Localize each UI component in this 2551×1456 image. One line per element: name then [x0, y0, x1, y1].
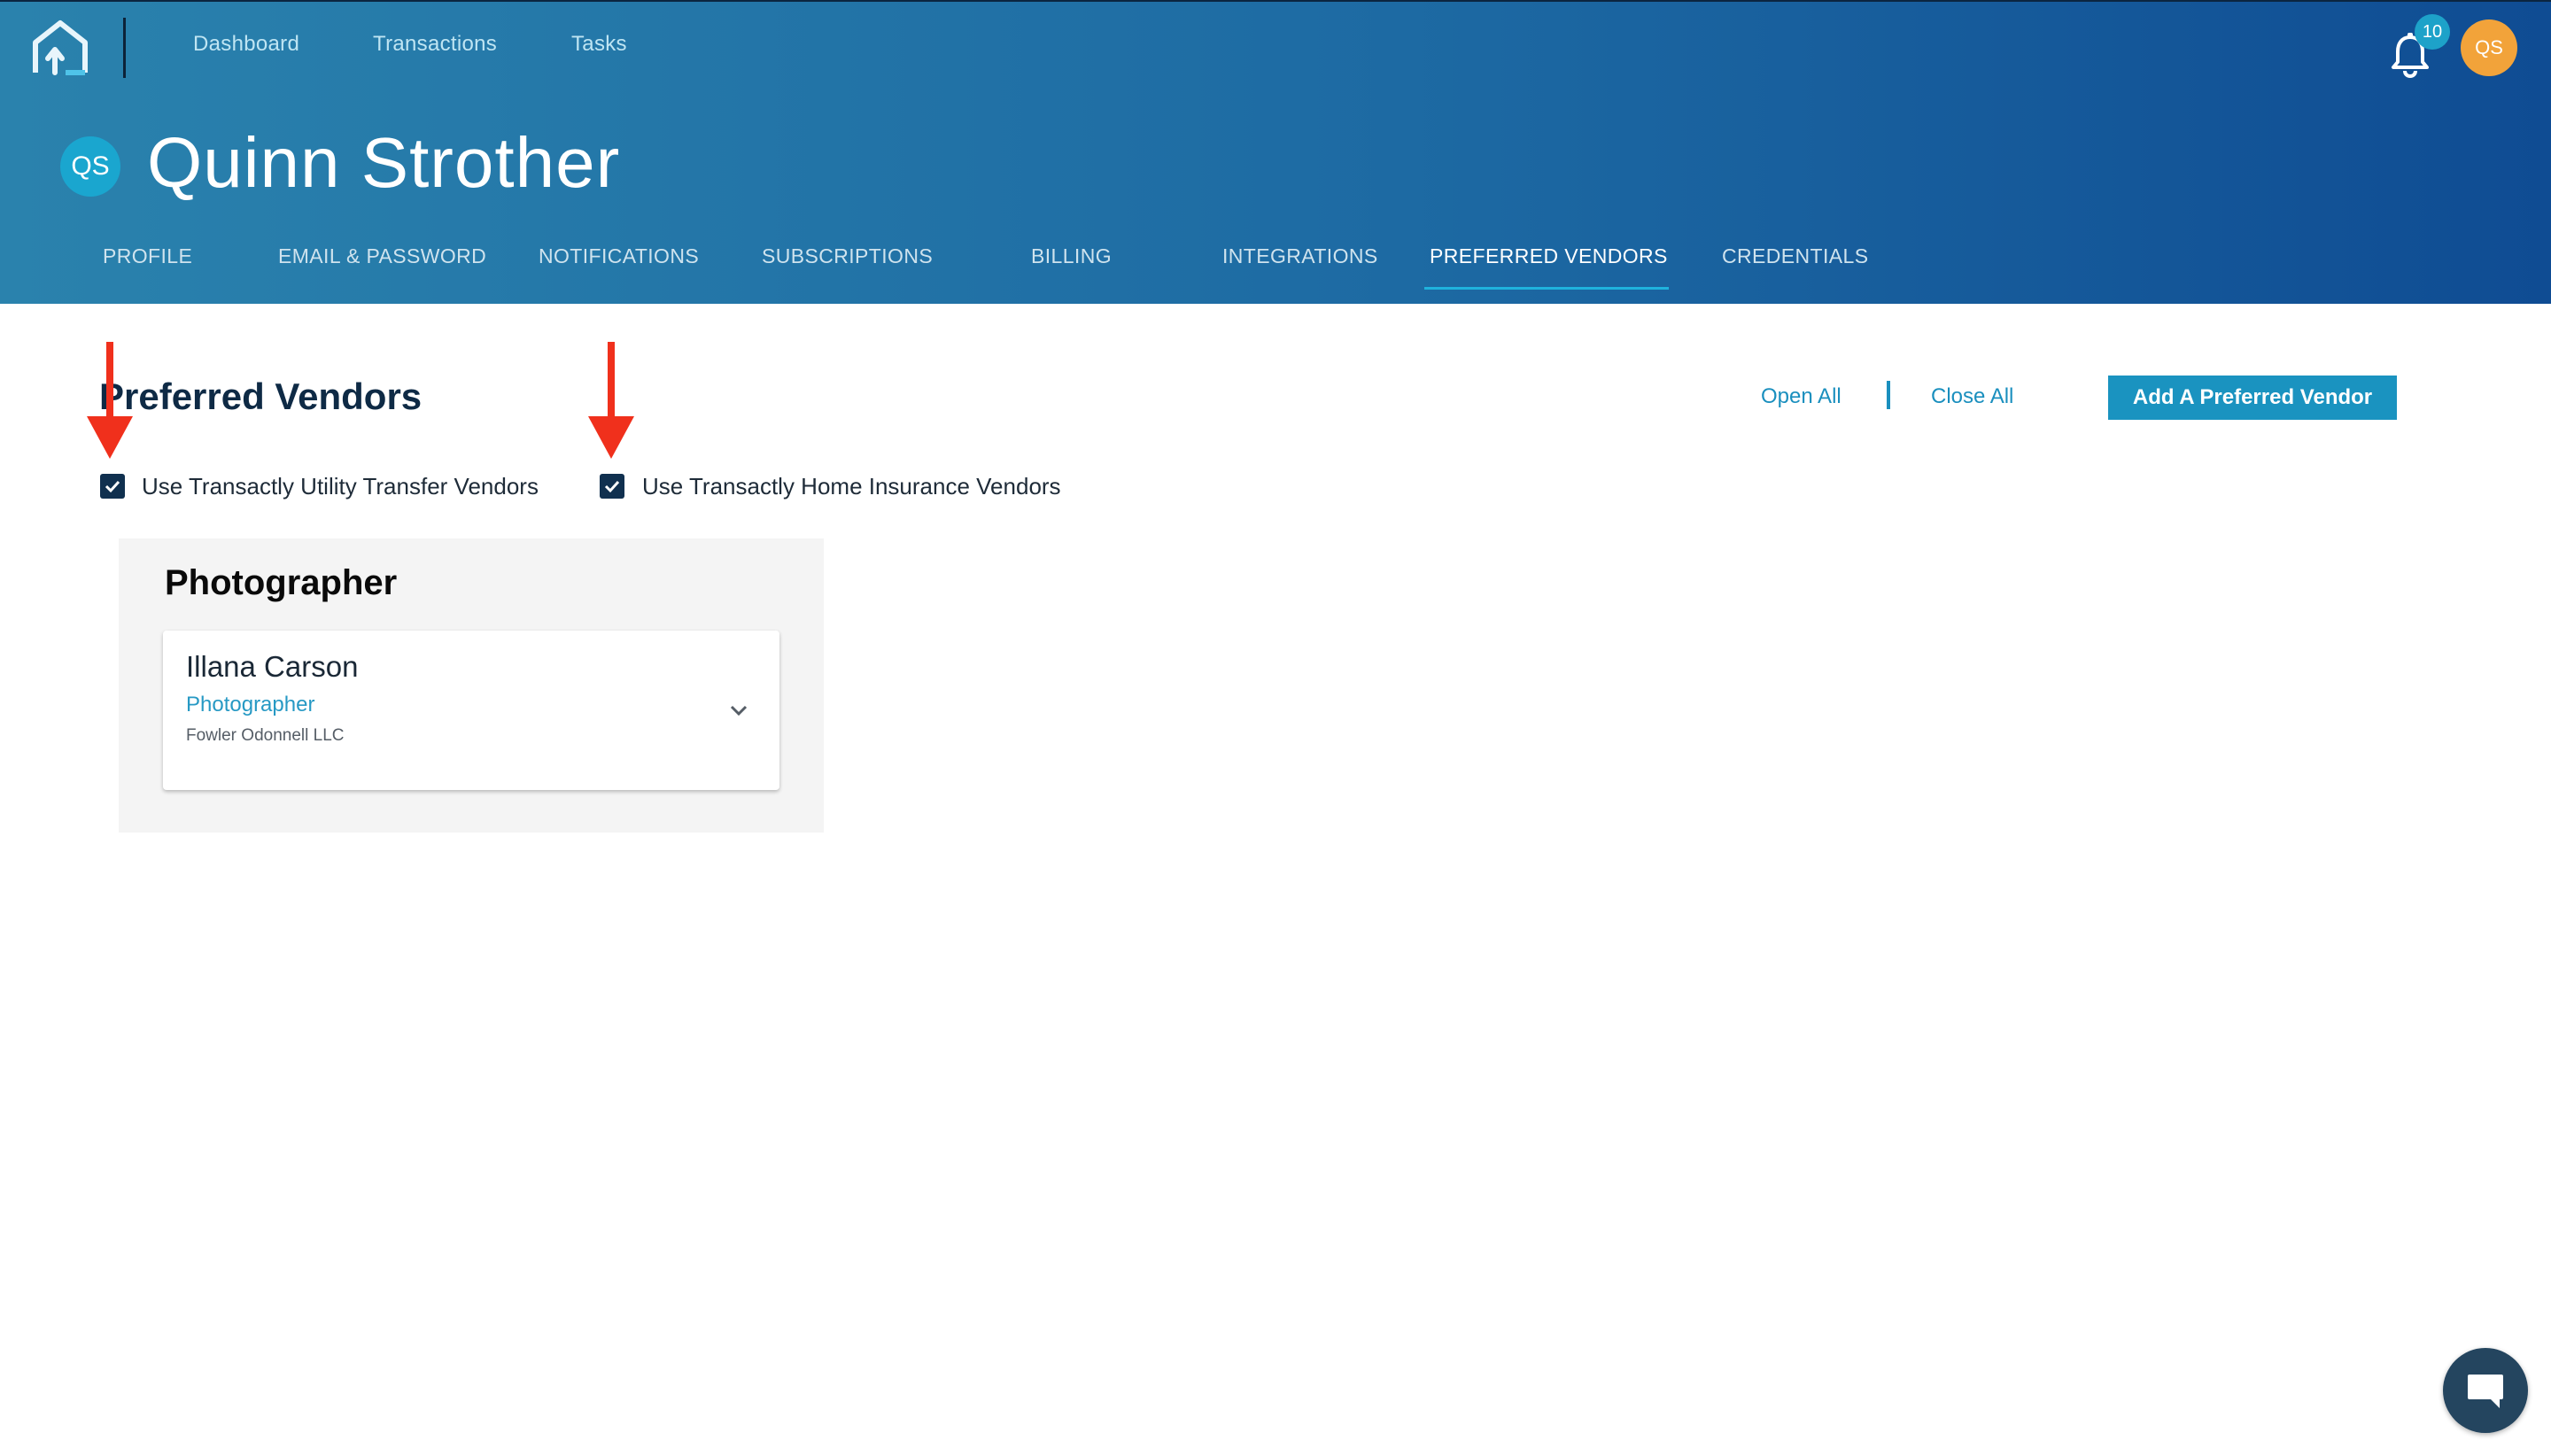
tab-billing[interactable]: BILLING	[1031, 244, 1112, 268]
chat-icon	[2468, 1375, 2503, 1408]
user-avatar[interactable]: QS	[2461, 19, 2517, 76]
category-title: Photographer	[165, 563, 398, 602]
tab-notifications[interactable]: NOTIFICATIONS	[539, 244, 699, 268]
tab-email-password[interactable]: EMAIL & PASSWORD	[278, 244, 486, 268]
logo-divider	[123, 18, 126, 78]
chat-button[interactable]	[2443, 1348, 2528, 1433]
section-title: Preferred Vendors	[99, 376, 423, 417]
annotation-arrow	[588, 342, 634, 459]
check-icon	[105, 480, 120, 493]
add-preferred-vendor-button[interactable]: Add A Preferred Vendor	[2108, 376, 2397, 420]
home-insurance-vendors-checkbox[interactable]	[600, 474, 624, 499]
tab-profile[interactable]: PROFILE	[103, 244, 192, 268]
home-insurance-vendors-label: Use Transactly Home Insurance Vendors	[642, 473, 1061, 500]
open-all-link[interactable]: Open All	[1761, 384, 1842, 409]
notification-count-badge: 10	[2415, 14, 2450, 50]
active-tab-indicator	[1424, 287, 1669, 290]
tab-credentials[interactable]: CREDENTIALS	[1722, 244, 1868, 268]
page-title-name: Quinn Strother	[147, 123, 621, 202]
nav-transactions[interactable]: Transactions	[373, 32, 497, 57]
vendor-company: Fowler Odonnell LLC	[186, 726, 345, 745]
tab-preferred-vendors[interactable]: PREFERRED VENDORS	[1430, 244, 1668, 268]
tab-integrations[interactable]: INTEGRATIONS	[1222, 244, 1378, 268]
tab-subscriptions[interactable]: SUBSCRIPTIONS	[762, 244, 933, 268]
app-header: Dashboard Transactions Tasks 10 QS QS Qu…	[0, 0, 2551, 304]
profile-avatar: QS	[60, 136, 120, 197]
vendor-type: Photographer	[186, 693, 315, 716]
nav-dashboard[interactable]: Dashboard	[193, 32, 299, 57]
links-divider	[1887, 381, 1890, 409]
chevron-down-icon[interactable]	[726, 698, 751, 723]
check-icon	[604, 480, 620, 493]
vendor-name: Illana Carson	[186, 650, 359, 683]
vendor-card[interactable]: Illana Carson Photographer Fowler Odonne…	[163, 631, 779, 790]
nav-tasks[interactable]: Tasks	[571, 32, 627, 57]
close-all-link[interactable]: Close All	[1931, 384, 2013, 409]
annotation-arrow	[87, 342, 133, 459]
utility-vendors-label: Use Transactly Utility Transfer Vendors	[142, 473, 539, 500]
home-logo-icon[interactable]	[30, 19, 92, 78]
utility-vendors-checkbox[interactable]	[100, 474, 125, 499]
